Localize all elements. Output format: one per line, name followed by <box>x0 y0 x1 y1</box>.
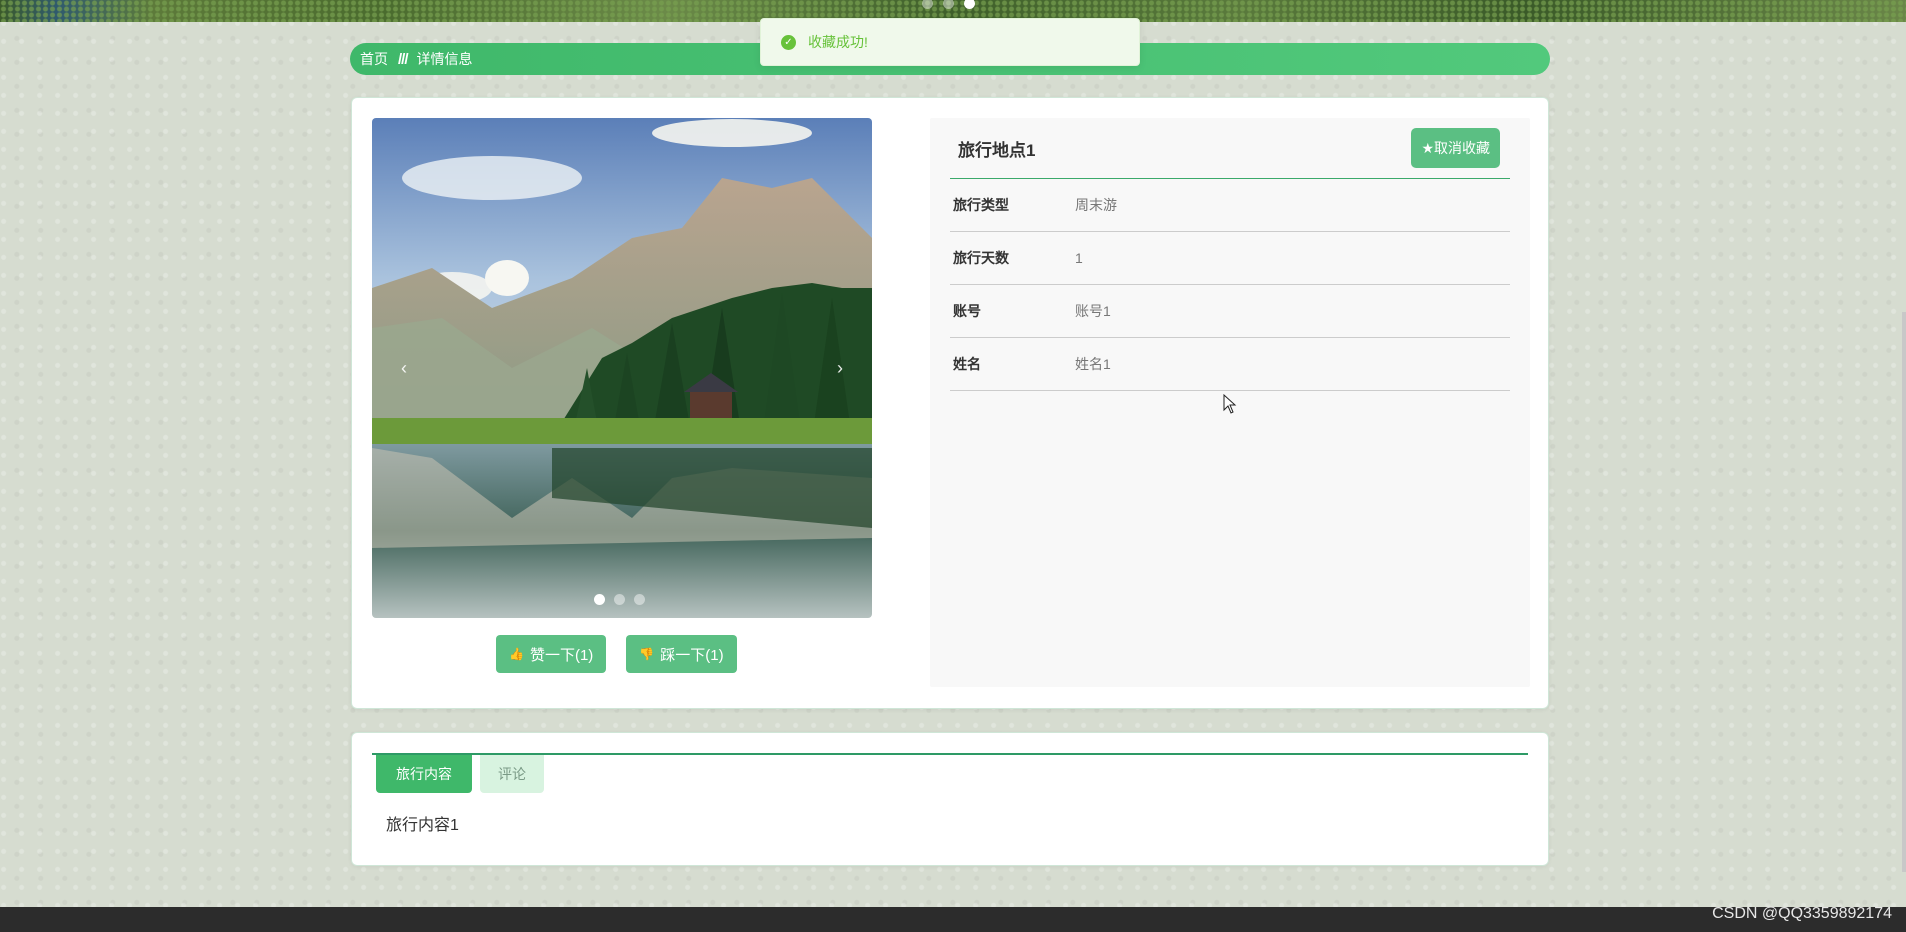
thumbs-down-icon: 👎 <box>639 647 655 661</box>
carousel-dot[interactable] <box>634 594 645 605</box>
page-scrollbar[interactable] <box>1902 0 1906 932</box>
banner-dot[interactable] <box>922 0 933 9</box>
info-header: 旅行地点1 ★取消收藏 <box>950 118 1510 179</box>
field-row-travel-days: 旅行天数 1 <box>950 232 1510 285</box>
tab-travel-content[interactable]: 旅行内容 <box>376 755 472 793</box>
field-label: 旅行天数 <box>953 250 1009 266</box>
tabs-divider <box>372 753 1528 755</box>
banner-dot-active[interactable] <box>964 0 975 9</box>
carousel-next-arrow-icon[interactable]: › <box>830 358 850 379</box>
landscape-image <box>372 118 872 618</box>
field-row-name: 姓名 姓名1 <box>950 338 1510 391</box>
thumbs-up-icon: 👍 <box>509 647 524 661</box>
banner-indicators <box>922 0 975 9</box>
like-label: 赞一下(1) <box>529 646 594 664</box>
like-button[interactable]: 👍 赞一下(1) <box>496 635 607 673</box>
field-label: 账号 <box>953 303 981 319</box>
detail-card: ‹ › 👍 赞一下(1) 👎 踩一下(1) 旅行地点1 ★取消收藏 旅行类型 周… <box>351 97 1549 709</box>
content-card: 旅行内容 评论 旅行内容1 <box>351 732 1549 866</box>
carousel-indicators <box>594 594 645 605</box>
place-title: 旅行地点1 <box>958 140 1036 160</box>
uncollect-button[interactable]: ★取消收藏 <box>1411 128 1500 168</box>
footer-bar <box>0 907 1906 932</box>
banner-dot[interactable] <box>943 0 954 9</box>
mouse-cursor-icon <box>1223 394 1237 414</box>
vote-buttons: 👍 赞一下(1) 👎 踩一下(1) <box>496 635 737 673</box>
field-value: 1 <box>1075 250 1083 266</box>
toast-message: 收藏成功! <box>808 34 868 50</box>
tab-comments[interactable]: 评论 <box>480 755 544 793</box>
dislike-label: 踩一下(1) <box>660 646 724 664</box>
field-value: 账号1 <box>1075 303 1111 319</box>
carousel-dot-active[interactable] <box>594 594 605 605</box>
field-value: 周末游 <box>1075 197 1117 213</box>
field-value: 姓名1 <box>1075 356 1111 372</box>
scrollbar-thumb[interactable] <box>1902 312 1906 872</box>
field-label: 旅行类型 <box>953 197 1009 213</box>
check-circle-icon: ✓ <box>781 34 796 50</box>
image-carousel[interactable]: ‹ › <box>372 118 872 618</box>
success-toast: ✓ 收藏成功! <box>760 18 1140 66</box>
travel-content-text: 旅行内容1 <box>386 817 459 834</box>
field-row-account: 账号 账号1 <box>950 285 1510 338</box>
field-label: 姓名 <box>953 356 981 372</box>
dislike-button[interactable]: 👎 踩一下(1) <box>626 635 737 673</box>
field-row-travel-type: 旅行类型 周末游 <box>950 179 1510 232</box>
content-tabs: 旅行内容 评论 <box>376 755 544 793</box>
breadcrumb-current: 详情信息 <box>416 51 473 67</box>
info-fields: 旅行类型 周末游 旅行天数 1 账号 账号1 姓名 姓名1 <box>950 179 1510 391</box>
breadcrumb-home-link[interactable]: 首页 <box>360 49 388 69</box>
breadcrumb-separator: /// <box>398 50 408 68</box>
watermark: CSDN @QQ3359892174 <box>1712 905 1892 922</box>
carousel-dot[interactable] <box>614 594 625 605</box>
carousel-prev-arrow-icon[interactable]: ‹ <box>394 358 414 379</box>
